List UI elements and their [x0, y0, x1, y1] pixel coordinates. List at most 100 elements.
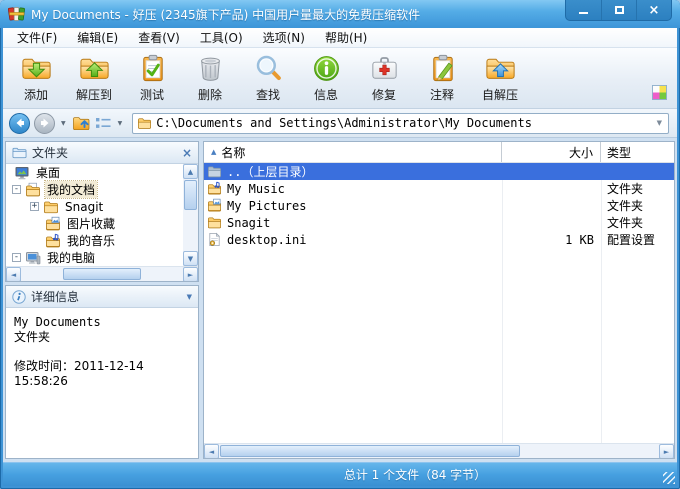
file-list: ..（上层目录） My Music 文件夹 My Pictures 文件夹 Sn… [204, 163, 674, 443]
tree-vertical-scrollbar[interactable]: ▲ ▼ [183, 164, 198, 266]
file-row-my-music[interactable]: My Music 文件夹 [204, 180, 674, 197]
left-column: 文件夹 × 桌面 - 我的文档 + Snagit 图片收藏 我的音乐 - 我的电… [5, 141, 199, 459]
history-dropdown[interactable]: ▼ [59, 120, 68, 127]
tree-item-my-documents[interactable]: - 我的文档 [6, 180, 183, 199]
tree-horizontal-scrollbar[interactable]: ◄ ► [6, 266, 198, 281]
tree-label: 桌面 [36, 166, 61, 180]
extract-to-button[interactable]: 解压到 [65, 50, 123, 103]
title-bar[interactable]: My Documents - 好压 (2345旗下产品) 中国用户量最大的免费压… [0, 0, 680, 28]
scrollbar-thumb[interactable] [63, 268, 141, 280]
collapse-expander[interactable]: - [12, 185, 21, 194]
scrollbar-thumb[interactable] [220, 445, 520, 457]
folders-pane-title: 文件夹 [32, 146, 69, 160]
window-controls: × [565, 0, 672, 21]
tree-item-desktop[interactable]: 桌面 [6, 164, 183, 181]
info-button[interactable]: 信息 [297, 50, 355, 103]
file-name: Snagit [227, 215, 271, 230]
tree-item-pictures[interactable]: 图片收藏 [6, 215, 183, 232]
file-list-pane: ▲ 名称 大小 类型 ..（上层目录） My Music 文件夹 My Pict… [203, 141, 675, 459]
collapse-panel-button[interactable]: ▼ [187, 293, 192, 301]
menu-file[interactable]: 文件(F) [7, 27, 67, 48]
tree-item-snagit[interactable]: + Snagit [6, 198, 183, 215]
scrollbar-track[interactable] [183, 179, 198, 251]
scroll-down-button[interactable]: ▼ [183, 251, 198, 266]
details-item-kind: 文件夹 [14, 330, 51, 344]
folder-tree: 桌面 - 我的文档 + Snagit 图片收藏 我的音乐 - 我的电脑 ▲ ▼ [6, 164, 198, 266]
file-type: 文件夹 [607, 216, 644, 230]
file-row-desktop-ini[interactable]: desktop.ini 1 KB 配置设置 [204, 231, 674, 248]
minimize-button[interactable] [566, 0, 601, 20]
details-pane-header: 详细信息 ▼ [6, 286, 198, 308]
sfx-button[interactable]: 自解压 [471, 50, 529, 103]
forward-arrow-icon [40, 118, 48, 128]
file-row-snagit[interactable]: Snagit 文件夹 [204, 214, 674, 231]
column-header-size[interactable]: 大小 [502, 142, 601, 162]
my-computer-icon [26, 251, 41, 264]
column-header-type[interactable]: 类型 [601, 142, 674, 162]
list-horizontal-scrollbar[interactable]: ◄ ► [204, 443, 674, 458]
find-button[interactable]: 查找 [239, 50, 297, 103]
delete-button[interactable]: 删除 [181, 50, 239, 103]
resize-grip[interactable] [663, 472, 675, 484]
maximize-button[interactable] [601, 0, 636, 20]
list-header: ▲ 名称 大小 类型 [204, 142, 674, 163]
minimize-icon [579, 12, 588, 14]
address-combobox[interactable]: C:\Documents and Settings\Administrator\… [132, 112, 669, 134]
scroll-left-button[interactable]: ◄ [6, 267, 21, 281]
scrollbar-thumb[interactable] [184, 180, 197, 210]
test-button[interactable]: 测试 [123, 50, 181, 103]
expand-expander[interactable]: + [30, 202, 39, 211]
column-header-name[interactable]: ▲ 名称 [204, 142, 502, 162]
column-label: 类型 [607, 145, 632, 160]
music-folder-icon [208, 181, 221, 195]
view-mode-dropdown[interactable]: ▼ [116, 120, 125, 127]
comment-button[interactable]: 注释 [413, 50, 471, 103]
repair-button[interactable]: 修复 [355, 50, 413, 103]
toolbar-label: 添加 [23, 88, 48, 102]
folders-pane: 文件夹 × 桌面 - 我的文档 + Snagit 图片收藏 我的音乐 - 我的电… [5, 141, 199, 282]
repair-icon [371, 57, 397, 79]
add-button[interactable]: 添加 [7, 50, 65, 103]
skin-palette-icon[interactable] [652, 85, 667, 100]
details-modified: 修改时间：2011-12-14 15:58:26 [14, 359, 144, 388]
scroll-right-button[interactable]: ► [183, 267, 198, 281]
scroll-left-button[interactable]: ◄ [204, 444, 219, 458]
main-area: 文件夹 × 桌面 - 我的文档 + Snagit 图片收藏 我的音乐 - 我的电… [3, 138, 677, 462]
menu-tools[interactable]: 工具(O) [190, 27, 253, 48]
file-row-my-pictures[interactable]: My Pictures 文件夹 [204, 197, 674, 214]
scrollbar-track[interactable] [21, 267, 183, 281]
status-bar: 总计 1 个文件（84 字节） [3, 462, 677, 486]
add-to-archive-icon [21, 58, 51, 79]
sfx-icon [485, 58, 515, 79]
scroll-up-button[interactable]: ▲ [183, 164, 198, 179]
close-panel-button[interactable]: × [182, 146, 192, 160]
menu-view[interactable]: 查看(V) [128, 27, 190, 48]
scrollbar-track[interactable] [219, 444, 659, 458]
file-row-updir[interactable]: ..（上层目录） [204, 163, 674, 180]
up-one-level-button[interactable] [72, 114, 91, 132]
scroll-right-button[interactable]: ► [659, 444, 674, 458]
find-icon [256, 55, 281, 81]
forward-button[interactable] [34, 112, 55, 134]
details-pane: 详细信息 ▼ My Documents 文件夹 修改时间：2011-12-14 … [5, 285, 199, 459]
back-button[interactable] [9, 112, 30, 134]
my-documents-icon [26, 182, 40, 196]
tree-item-my-computer[interactable]: - 我的电脑 [6, 249, 183, 266]
toolbar-label: 查找 [255, 88, 280, 102]
menu-help[interactable]: 帮助(H) [315, 27, 377, 48]
menu-options[interactable]: 选项(N) [253, 27, 315, 48]
toolbar-label: 测试 [139, 88, 164, 102]
view-mode-button[interactable] [95, 116, 112, 131]
collapse-expander[interactable]: - [12, 253, 21, 262]
toolbar-label: 注释 [429, 88, 454, 102]
app-window: My Documents - 好压 (2345旗下产品) 中国用户量最大的免费压… [0, 0, 680, 489]
tree-item-music[interactable]: 我的音乐 [6, 232, 183, 249]
address-path[interactable]: C:\Documents and Settings\Administrator\… [156, 116, 652, 130]
address-dropdown[interactable]: ▼ [653, 119, 666, 127]
menu-edit[interactable]: 编辑(E) [67, 27, 128, 48]
close-button[interactable]: × [636, 0, 671, 20]
details-body: My Documents 文件夹 修改时间：2011-12-14 15:58:2… [6, 308, 198, 458]
file-name: ..（上层目录） [227, 165, 314, 179]
column-label: 大小 [568, 145, 593, 160]
file-type: 文件夹 [607, 199, 644, 213]
